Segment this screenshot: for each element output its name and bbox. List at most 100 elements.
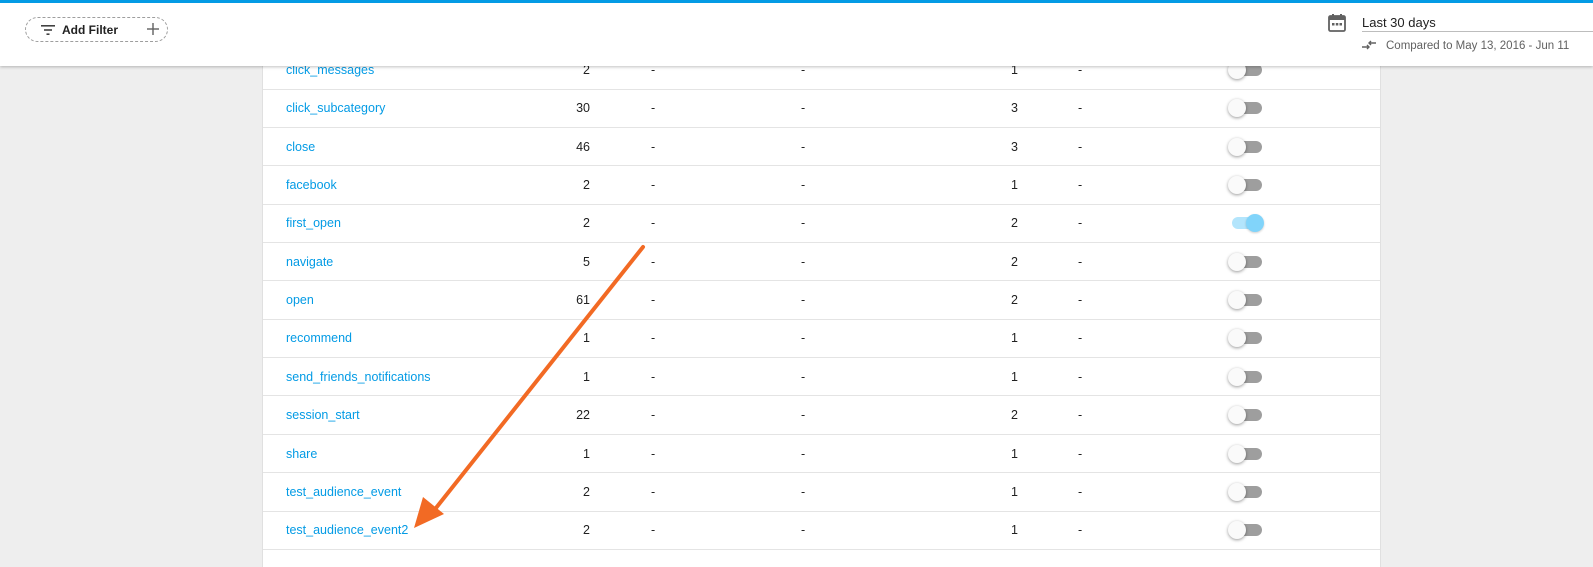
conversion-toggle[interactable] bbox=[1228, 482, 1264, 502]
event-users-change: - bbox=[1078, 139, 1083, 154]
event-users: 1 bbox=[1011, 523, 1018, 538]
event-count: 2 bbox=[583, 523, 590, 538]
table-row: session_start 22 - - 2 - bbox=[263, 397, 1380, 435]
table-row: test_audience_event2 2 - - 1 - bbox=[263, 512, 1380, 550]
conversion-toggle[interactable] bbox=[1228, 175, 1264, 195]
event-name-link[interactable]: click_subcategory bbox=[286, 101, 385, 115]
event-users: 1 bbox=[1011, 446, 1018, 461]
event-count: 2 bbox=[583, 216, 590, 231]
calendar-icon bbox=[1328, 14, 1346, 32]
event-count: 1 bbox=[583, 446, 590, 461]
event-value: - bbox=[801, 408, 806, 423]
toggle-knob bbox=[1228, 482, 1246, 501]
event-count-change: - bbox=[651, 293, 656, 308]
event-count: 30 bbox=[576, 101, 590, 116]
date-range-underline bbox=[1362, 31, 1593, 32]
table-row: close 46 - - 3 - bbox=[263, 128, 1380, 167]
conversion-toggle[interactable] bbox=[1228, 405, 1264, 425]
event-count-change: - bbox=[651, 216, 656, 231]
event-users: 1 bbox=[1011, 484, 1018, 499]
event-value: - bbox=[801, 139, 806, 154]
event-count-change: - bbox=[651, 369, 656, 384]
header-bar: Add Filter Last 30 days Compared to May … bbox=[0, 3, 1593, 66]
event-users-change: - bbox=[1078, 369, 1083, 384]
event-users: 3 bbox=[1011, 101, 1018, 116]
event-count: 22 bbox=[576, 408, 590, 423]
event-count-change: - bbox=[651, 331, 656, 346]
filter-icon bbox=[41, 24, 55, 35]
toggle-knob bbox=[1228, 252, 1246, 271]
event-count-change: - bbox=[651, 178, 656, 193]
date-range-selector[interactable]: Last 30 days Compared to May 13, 2016 - … bbox=[1327, 11, 1593, 61]
event-count-change: - bbox=[651, 446, 656, 461]
conversion-toggle[interactable] bbox=[1228, 252, 1264, 272]
event-count-change: - bbox=[651, 408, 656, 423]
event-value: - bbox=[801, 216, 806, 231]
event-count: 1 bbox=[583, 331, 590, 346]
event-users: 2 bbox=[1011, 293, 1018, 308]
event-users-change: - bbox=[1078, 446, 1083, 461]
conversion-toggle[interactable] bbox=[1228, 520, 1264, 540]
event-name-link[interactable]: session_start bbox=[286, 408, 360, 422]
table-row: test_audience_event 2 - - 1 - bbox=[263, 473, 1380, 512]
plus-icon[interactable] bbox=[145, 21, 161, 37]
event-value: - bbox=[801, 101, 806, 116]
add-filter-chip[interactable]: Add Filter bbox=[25, 17, 168, 42]
event-users-change: - bbox=[1078, 408, 1083, 423]
conversion-toggle[interactable] bbox=[1228, 367, 1264, 387]
toggle-knob bbox=[1228, 137, 1246, 156]
header-accent-bar bbox=[0, 0, 1593, 3]
event-users: 1 bbox=[1011, 178, 1018, 193]
event-count: 61 bbox=[576, 293, 590, 308]
event-name-link[interactable]: share bbox=[286, 447, 317, 461]
event-value: - bbox=[801, 446, 806, 461]
event-users: 2 bbox=[1011, 216, 1018, 231]
event-name-link[interactable]: test_audience_event bbox=[286, 485, 401, 499]
event-name-link[interactable]: navigate bbox=[286, 255, 333, 269]
toggle-knob bbox=[1228, 99, 1246, 118]
event-count-change: - bbox=[651, 484, 656, 499]
conversion-toggle[interactable] bbox=[1228, 328, 1264, 348]
date-range-label: Last 30 days bbox=[1362, 15, 1436, 30]
toggle-knob bbox=[1228, 176, 1246, 195]
conversion-toggle[interactable] bbox=[1228, 137, 1264, 157]
toggle-knob bbox=[1228, 521, 1246, 540]
event-count-change: - bbox=[651, 254, 656, 269]
table-row: share 1 - - 1 - bbox=[263, 435, 1380, 474]
table-row: open 61 - - 2 - bbox=[263, 281, 1380, 320]
conversion-toggle[interactable] bbox=[1228, 98, 1264, 118]
table-row: recommend 1 - - 1 - bbox=[263, 320, 1380, 359]
event-name-link[interactable]: recommend bbox=[286, 331, 352, 345]
conversion-toggle[interactable] bbox=[1228, 444, 1264, 464]
event-name-link[interactable]: open bbox=[286, 293, 314, 307]
event-name-link[interactable]: facebook bbox=[286, 178, 337, 192]
event-value: - bbox=[801, 369, 806, 384]
events-table: click_recommended_item8--2-click_message… bbox=[262, 14, 1381, 567]
event-value: - bbox=[801, 254, 806, 269]
event-name-link[interactable]: test_audience_event2 bbox=[286, 523, 408, 537]
event-users-change: - bbox=[1078, 254, 1083, 269]
event-value: - bbox=[801, 178, 806, 193]
event-users: 3 bbox=[1011, 139, 1018, 154]
event-count: 46 bbox=[576, 139, 590, 154]
compare-range-label: Compared to May 13, 2016 - Jun 11 bbox=[1386, 40, 1570, 52]
event-users-change: - bbox=[1078, 484, 1083, 499]
event-name-link[interactable]: close bbox=[286, 140, 315, 154]
conversion-toggle[interactable] bbox=[1228, 290, 1264, 310]
event-users-change: - bbox=[1078, 331, 1083, 346]
event-users: 2 bbox=[1011, 254, 1018, 269]
event-count-change: - bbox=[651, 139, 656, 154]
event-name-link[interactable]: send_friends_notifications bbox=[286, 370, 431, 384]
event-value: - bbox=[801, 484, 806, 499]
event-users: 2 bbox=[1011, 408, 1018, 423]
event-count-change: - bbox=[651, 523, 656, 538]
event-count: 1 bbox=[583, 369, 590, 384]
event-value: - bbox=[801, 293, 806, 308]
event-users: 1 bbox=[1011, 331, 1018, 346]
toggle-knob bbox=[1228, 329, 1246, 348]
toggle-knob bbox=[1246, 214, 1264, 233]
event-count: 5 bbox=[583, 254, 590, 269]
event-users-change: - bbox=[1078, 101, 1083, 116]
event-name-link[interactable]: first_open bbox=[286, 216, 341, 230]
conversion-toggle[interactable] bbox=[1228, 213, 1264, 233]
